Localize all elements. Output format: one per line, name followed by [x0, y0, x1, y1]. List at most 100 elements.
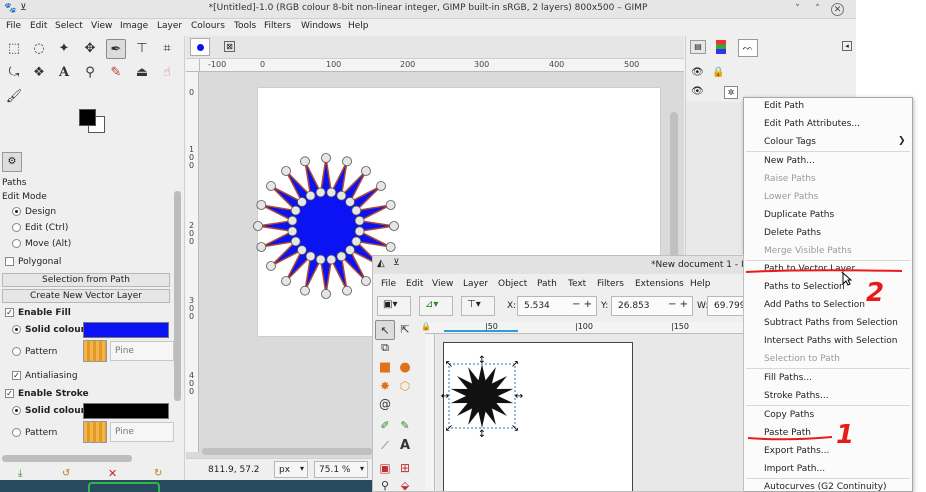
mode-move-radio[interactable]	[12, 239, 21, 248]
lock-guides-icon[interactable]: 🔒	[421, 322, 431, 331]
ink-selected-star[interactable]: ↖ ↗ ↙ ↘ ↕ ↕ ↔ ↔	[435, 354, 531, 440]
image-tab-thumbnail[interactable]	[190, 38, 210, 56]
inkscape-titlebar[interactable]: ◭ ⊻ *New document 1 - In	[373, 256, 743, 274]
dock-menu-icon[interactable]: ◂	[842, 41, 852, 51]
color-picker-icon[interactable]: ⚲	[80, 63, 100, 83]
path-thumbnail[interactable]: ✲	[724, 86, 738, 99]
toolbox-h-scrollbar[interactable]	[2, 455, 132, 462]
rect-select-icon[interactable]: ⬚	[4, 39, 24, 59]
stroke-pattern-radio[interactable]	[12, 428, 21, 437]
zoom-select[interactable]: 75.1 % ▾	[314, 461, 368, 478]
fuzzy-select-icon[interactable]: ✦	[54, 39, 74, 59]
menu-colours[interactable]: Colours	[191, 21, 225, 31]
menu-item-stroke-paths[interactable]: Stroke Paths...	[764, 391, 829, 401]
stepper-icon[interactable]: − +	[572, 299, 592, 310]
paths-tool-icon[interactable]: ✒	[106, 39, 126, 59]
star-tool-icon[interactable]: ✸	[375, 376, 395, 396]
maximize-icon[interactable]: ˄	[811, 3, 824, 16]
menu-item-colour-tags[interactable]: Colour Tags	[764, 137, 816, 147]
menu-item-add-paths-to-selection[interactable]: Add Paths to Selection	[764, 300, 865, 310]
mode-edit-radio[interactable]	[12, 223, 21, 232]
menu-item-duplicate-paths[interactable]: Duplicate Paths	[764, 210, 834, 220]
w-input[interactable]: 69.799	[707, 296, 743, 316]
paint-bucket-tool-icon[interactable]: ⬙	[395, 476, 415, 491]
ink-menu-path[interactable]: Path	[537, 279, 557, 289]
mode-design-label[interactable]: Design	[25, 207, 56, 217]
menu-layer[interactable]: Layer	[157, 21, 182, 31]
tool-options-tab-icon[interactable]: ⚙	[2, 152, 22, 172]
ink-menu-view[interactable]: View	[432, 279, 453, 289]
reset-options-icon[interactable]: ↻	[154, 468, 162, 479]
fill-solid-colour-label[interactable]: Solid colour	[25, 325, 85, 335]
transform-icon[interactable]: ❖	[29, 63, 49, 83]
text-tool-icon[interactable]: A	[395, 436, 415, 456]
enable-stroke-checkbox[interactable]: ✓	[5, 389, 14, 398]
stroke-pattern-preview[interactable]	[83, 421, 107, 443]
menu-windows[interactable]: Windows	[301, 21, 341, 31]
enable-fill-label[interactable]: Enable Fill	[18, 308, 71, 318]
stroke-colour-swatch[interactable]	[83, 403, 169, 419]
close-icon[interactable]: ✕	[831, 3, 844, 16]
menu-view[interactable]: View	[91, 21, 112, 31]
node-tool-icon[interactable]: ⇱	[395, 320, 415, 340]
menu-item-import-path[interactable]: Import Path...	[764, 464, 825, 474]
selector-tool-icon[interactable]: ↖	[375, 320, 395, 340]
path-row[interactable]: 👁 ✲	[686, 84, 746, 102]
crop-icon[interactable]: ⌗	[157, 39, 177, 59]
fill-pattern-preview[interactable]	[83, 340, 107, 362]
bezier-tool-icon[interactable]: ✐	[375, 416, 395, 436]
mode-design-radio[interactable]	[12, 207, 21, 216]
mode-move-label[interactable]: Move (Alt)	[25, 239, 71, 249]
ink-menu-extensions[interactable]: Extensions	[635, 279, 684, 289]
tool-options-scrollbar[interactable]	[174, 191, 181, 401]
circle-tool-icon[interactable]: ●	[395, 358, 415, 378]
warp-icon[interactable]: ⤿	[4, 63, 24, 83]
dropper-tool-icon[interactable]: ⚲	[375, 476, 395, 491]
path-visibility-icon[interactable]: 👁	[691, 86, 704, 97]
text-align-icon[interactable]: ⊤	[132, 39, 152, 59]
polygonal-checkbox[interactable]	[5, 257, 14, 266]
taskbar-active-app[interactable]	[88, 482, 160, 492]
canvas-h-scrollbar[interactable]	[202, 448, 372, 455]
save-options-icon[interactable]: ⤓	[18, 468, 22, 479]
stroke-solid-colour-radio[interactable]	[12, 406, 21, 415]
delete-options-icon[interactable]: ✕	[108, 467, 117, 480]
rect-tool-icon[interactable]: ■	[375, 358, 395, 378]
fill-colour-swatch[interactable]	[83, 322, 169, 338]
enable-fill-checkbox[interactable]: ✓	[5, 308, 14, 317]
menu-tools[interactable]: Tools	[234, 21, 256, 31]
select-toolbar-b[interactable]: ⊿▾	[419, 296, 453, 316]
align-toolbar[interactable]: ⊤▾	[461, 296, 495, 316]
fill-pattern-label[interactable]: Pattern	[25, 347, 57, 357]
minimize-icon[interactable]: ˅	[791, 3, 804, 16]
ink-menu-filters[interactable]: Filters	[597, 279, 624, 289]
menu-item-edit-path-attributes[interactable]: Edit Path Attributes...	[764, 119, 860, 129]
ink-menu-layer[interactable]: Layer	[463, 279, 488, 289]
menu-filters[interactable]: Filters	[264, 21, 291, 31]
fill-solid-colour-radio[interactable]	[12, 325, 21, 334]
ink-menu-edit[interactable]: Edit	[406, 279, 423, 289]
channels-tab-icon[interactable]	[716, 40, 726, 54]
lasso-icon[interactable]: ◌	[29, 39, 49, 59]
create-new-vector-layer-button[interactable]: Create New Vector Layer	[2, 289, 170, 303]
y-input[interactable]: 26.853 − +	[611, 296, 693, 316]
unit-select[interactable]: px ▾	[274, 461, 308, 478]
menu-select[interactable]: Select	[55, 21, 83, 31]
pin-icon[interactable]: ⊻	[393, 258, 400, 268]
smudge-icon[interactable]: ☝	[157, 63, 177, 83]
selection-from-path-button[interactable]: Selection from Path	[2, 273, 170, 287]
paths-tab-icon[interactable]: ᨓ	[738, 39, 758, 57]
stroke-pattern-label[interactable]: Pattern	[25, 428, 57, 438]
layers-tab-icon[interactable]: ▤	[690, 40, 706, 54]
calligraphy-tool-icon[interactable]: ⟋	[375, 436, 395, 456]
text-tool-icon[interactable]: A	[54, 63, 74, 83]
antialiasing-checkbox[interactable]: ✓	[12, 371, 21, 380]
menu-item-intersect-paths-with-selection[interactable]: Intersect Paths with Selection	[764, 336, 897, 346]
stepper-icon[interactable]: − +	[668, 299, 688, 310]
3dbox-tool-icon[interactable]: ⬡	[395, 376, 415, 396]
gradient-tool-icon[interactable]: ▣	[375, 458, 395, 478]
ink-menu-file[interactable]: File	[381, 279, 396, 289]
menu-help[interactable]: Help	[348, 21, 369, 31]
select-toolbar-a[interactable]: ▣▾	[377, 296, 411, 316]
paintbrush-icon[interactable]: 🖌	[4, 87, 24, 107]
